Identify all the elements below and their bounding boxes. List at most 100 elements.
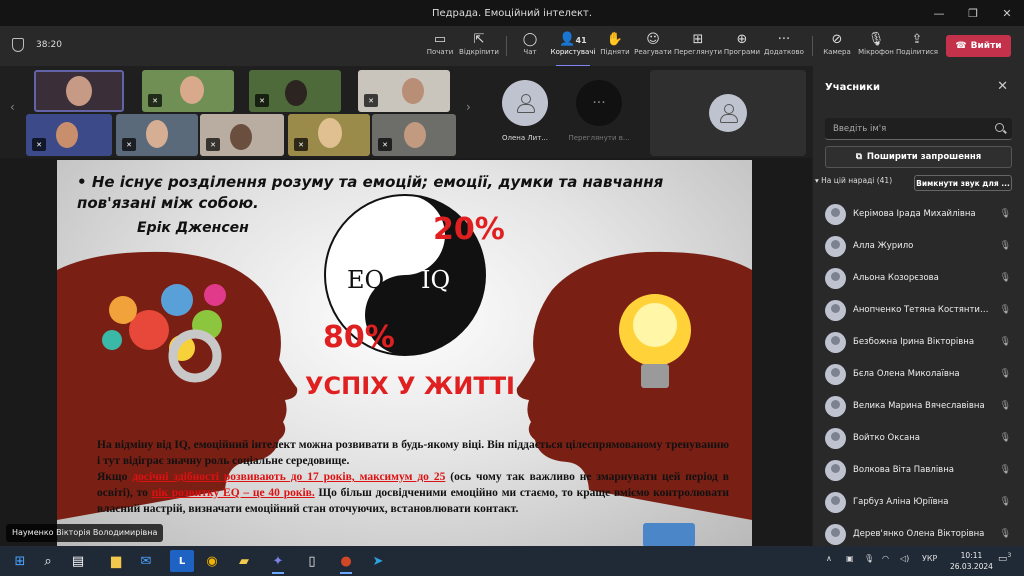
react-button[interactable]: ☺ Реагувати	[631, 31, 675, 63]
view-button[interactable]: ⊞ Переглянути	[674, 31, 722, 63]
slide-author: Ерік Дженсен	[137, 220, 249, 236]
avatar	[825, 235, 846, 257]
clock[interactable]: 10:11 26.03.2024	[950, 550, 993, 572]
folder-icon[interactable]: ▰	[232, 550, 256, 572]
success-heading: УСПІХ У ЖИТТІ	[305, 372, 515, 400]
avatar	[825, 267, 846, 289]
mic-off-icon: ✕	[32, 138, 46, 151]
mic-off-icon: 🎙	[999, 369, 1011, 379]
microphone-button[interactable]: 🎙 Мікрофон	[854, 31, 898, 63]
gear-icon	[204, 284, 226, 306]
mic-off-icon: ✕	[148, 94, 162, 107]
teams-icon[interactable]: ✦	[266, 550, 290, 574]
people-button[interactable]: 👤41 Користувачі	[550, 31, 596, 67]
participant-row[interactable]: Альона Козорєзова 🎙	[825, 262, 1015, 294]
video-tile[interactable]: ✕	[116, 114, 198, 156]
video-tile[interactable]: ✕	[249, 70, 341, 112]
share-invite-button[interactable]: ⧉ Поширити запрошення	[825, 146, 1012, 168]
participant-row[interactable]: Велика Марина Вячеславівна 🎙	[825, 390, 1015, 422]
panel-title: Учасники	[825, 82, 880, 93]
windows-start-icon[interactable]: ⊞	[8, 550, 32, 572]
wifi-icon[interactable]: ◠	[882, 554, 889, 563]
mic-off-icon: ✕	[122, 138, 136, 151]
iq-label: IQ	[421, 266, 451, 294]
unpin-button[interactable]: ⇱ Відкріпити	[457, 31, 501, 63]
video-tile[interactable]: ✕	[372, 114, 456, 156]
participant-face	[285, 80, 307, 106]
mute-all-button[interactable]: Вимкнути звук для ...	[914, 175, 1012, 191]
participant-row[interactable]: Анопченко Тетяна Костянтинів... 🎙	[825, 294, 1015, 326]
video-tile-large[interactable]	[650, 70, 806, 156]
video-tile[interactable]: ✕	[288, 114, 370, 156]
mic-off-icon: 🎙	[999, 465, 1011, 475]
video-tile[interactable]: ✕	[358, 70, 450, 112]
more-button[interactable]: ··· Додатково	[762, 31, 806, 63]
search-icon[interactable]: ⌕	[36, 550, 60, 572]
slide-paragraph: На відміну від IQ, емоційний інтелект мо…	[97, 439, 729, 515]
slide-quote: • Не існує розділення розуму та емоцій; …	[77, 173, 664, 212]
participant-card[interactable]: Олена Лит...	[490, 72, 560, 152]
mail-icon[interactable]: ✉	[134, 550, 158, 572]
leave-button[interactable]: ☎ Вийти	[946, 35, 1011, 57]
video-tile[interactable]: ✕	[142, 70, 234, 112]
iq-percent: 20%	[433, 212, 505, 247]
tray-chevron-icon[interactable]: ∧	[826, 554, 832, 563]
telegram-icon[interactable]: ➤	[366, 550, 390, 572]
gallery-prev-icon[interactable]: ‹	[10, 100, 15, 114]
os-taskbar: ⊞ ⌕ ▤ ▆ ✉ L ◉ ▰ ✦ ▯ ● ➤ ∧ ▣ 🎙 ◠ ◁) УКР 1…	[0, 546, 1024, 576]
app-l-icon[interactable]: L	[170, 550, 194, 572]
camera-tray-icon[interactable]: ▣	[846, 554, 854, 563]
participant-row[interactable]: Волкова Віта Павлівна 🎙	[825, 454, 1015, 486]
participant-row[interactable]: Безбожна Ірина Вікторівна 🎙	[825, 326, 1015, 358]
powerpoint-icon[interactable]: ●	[334, 550, 358, 574]
hand-icon: ✋	[606, 32, 624, 47]
bulb-base	[641, 364, 669, 388]
avatar	[825, 523, 846, 545]
video-tile[interactable]	[34, 70, 124, 112]
participant-row[interactable]: Бєла Олена Миколаївна 🎙	[825, 358, 1015, 390]
phone-hangup-icon: ☎	[955, 41, 967, 51]
person-icon	[517, 94, 535, 113]
view-more-card[interactable]: ··· Переглянути в...	[564, 72, 634, 152]
volume-icon[interactable]: ◁)	[900, 554, 909, 563]
maximize-icon[interactable]: ❐	[956, 0, 990, 26]
document-icon[interactable]: ▯	[300, 550, 324, 572]
video-tile[interactable]: ✕	[200, 114, 284, 156]
mic-off-icon: ✕	[378, 138, 392, 151]
mic-off-icon: 🎙	[867, 32, 885, 47]
video-tile[interactable]: ✕	[26, 114, 112, 156]
screen-icon: ▭	[433, 32, 447, 47]
window-controls: — ❐ ✕	[922, 0, 1024, 26]
apps-button[interactable]: ⊕ Програми	[720, 31, 764, 63]
share-button[interactable]: ⇪ Поділитися	[895, 31, 939, 63]
close-window-icon[interactable]: ✕	[990, 0, 1024, 26]
window-title: Педрада. Емоційний інтелект.	[431, 7, 593, 19]
chat-button[interactable]: ◯ Чат	[508, 31, 552, 63]
participant-row[interactable]: Войтко Оксана 🎙	[825, 422, 1015, 454]
avatar	[825, 491, 846, 513]
task-view-icon[interactable]: ▤	[66, 550, 90, 572]
meeting-timer: 38:20	[36, 40, 62, 50]
language-indicator[interactable]: УКР	[922, 554, 937, 563]
participant-row[interactable]: Гарбуз Аліна Юріївна 🎙	[825, 486, 1015, 518]
close-icon[interactable]: ✕	[997, 79, 1008, 94]
file-explorer-icon[interactable]: ▆	[104, 550, 128, 572]
notification-icon[interactable]: ▭3	[998, 552, 1011, 564]
in-meeting-section-toggle[interactable]: ▾ На цій нараді (41)	[815, 176, 892, 185]
mic-off-icon: 🎙	[999, 401, 1011, 411]
mic-tray-icon[interactable]: 🎙	[864, 554, 874, 563]
mic-off-icon: ✕	[364, 94, 378, 107]
participant-row[interactable]: Керімова Ірада Михайлівна 🎙	[825, 198, 1015, 230]
participant-face	[180, 76, 204, 104]
start-button[interactable]: ▭ Почати	[418, 31, 462, 63]
participant-search-input[interactable]: Введіть ім'я	[825, 118, 1012, 140]
gallery-next-icon[interactable]: ›	[466, 100, 471, 114]
toolbar-divider	[812, 36, 813, 56]
chrome-icon[interactable]: ◉	[200, 550, 224, 572]
participant-row[interactable]: Алла Журило 🎙	[825, 230, 1015, 262]
camera-button[interactable]: ⊘ Камера	[815, 31, 859, 63]
mic-off-icon: 🎙	[999, 273, 1011, 283]
minimize-icon[interactable]: —	[922, 0, 956, 26]
avatar	[709, 94, 747, 132]
avatar	[825, 203, 846, 225]
